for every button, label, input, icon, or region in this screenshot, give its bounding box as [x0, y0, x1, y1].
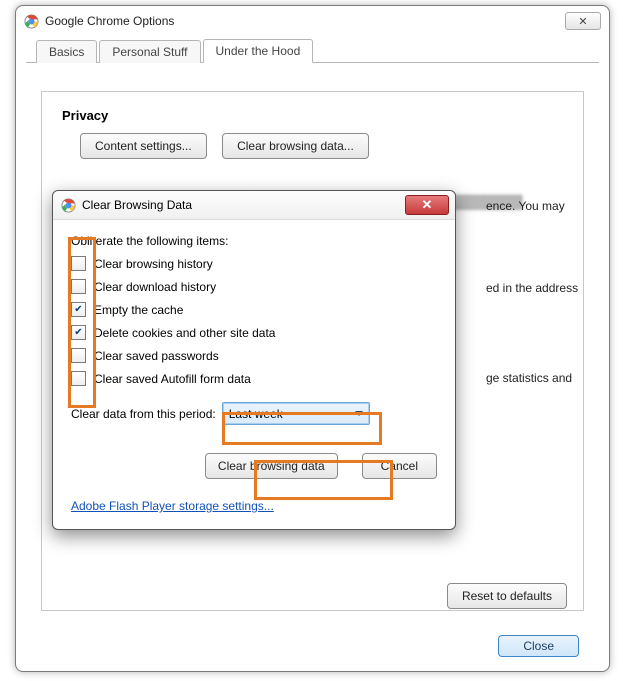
- bg-text-frag-1: ence. You may: [486, 199, 565, 213]
- tab-basics[interactable]: Basics: [36, 40, 97, 63]
- checkbox-empty-cache[interactable]: [71, 302, 86, 317]
- dialog-title: Clear Browsing Data: [82, 198, 192, 212]
- tab-personal-stuff[interactable]: Personal Stuff: [99, 40, 200, 63]
- checkbox-label: Clear browsing history: [94, 257, 213, 271]
- content-settings-button[interactable]: Content settings...: [80, 133, 207, 159]
- options-tabs: Basics Personal Stuff Under the Hood: [26, 36, 599, 63]
- checkbox-clear-download-history[interactable]: [71, 279, 86, 294]
- checkbox-label: Delete cookies and other site data: [94, 326, 275, 340]
- close-options-button[interactable]: Close: [498, 635, 579, 657]
- checkbox-label: Clear saved passwords: [94, 349, 219, 363]
- dialog-titlebar: Clear Browsing Data ✕: [53, 191, 455, 220]
- checkbox-clear-autofill[interactable]: [71, 371, 86, 386]
- checkbox-label: Empty the cache: [94, 303, 183, 317]
- dialog-close-button[interactable]: ✕: [405, 195, 449, 215]
- clear-browsing-data-confirm-button[interactable]: Clear browsing data: [205, 453, 338, 479]
- cancel-button[interactable]: Cancel: [362, 453, 437, 479]
- checkbox-label: Clear download history: [94, 280, 216, 294]
- period-select[interactable]: Last week: [222, 402, 370, 425]
- chrome-logo-icon: [24, 14, 39, 29]
- period-label: Clear data from this period:: [71, 407, 216, 421]
- obliterate-label: Obliterate the following items:: [71, 234, 437, 248]
- checkbox-label: Clear saved Autofill form data: [94, 372, 251, 386]
- reset-to-defaults-button[interactable]: Reset to defaults: [447, 583, 567, 609]
- privacy-section-title: Privacy: [62, 108, 563, 123]
- options-titlebar: Google Chrome Options ✕: [16, 6, 609, 36]
- dialog-body: Obliterate the following items: Clear br…: [53, 220, 455, 529]
- bg-text-frag-2: ed in the address: [486, 281, 578, 295]
- close-icon: ✕: [578, 15, 587, 28]
- flash-storage-link[interactable]: Adobe Flash Player storage settings...: [71, 499, 274, 513]
- chevron-down-icon: [355, 411, 363, 416]
- tab-under-the-hood[interactable]: Under the Hood: [203, 39, 314, 63]
- checkbox-delete-cookies[interactable]: [71, 325, 86, 340]
- checkbox-clear-saved-passwords[interactable]: [71, 348, 86, 363]
- period-value: Last week: [229, 407, 283, 421]
- options-title: Google Chrome Options: [45, 14, 174, 28]
- options-close-button[interactable]: ✕: [565, 12, 601, 30]
- checkbox-clear-browsing-history[interactable]: [71, 256, 86, 271]
- clear-browsing-data-button[interactable]: Clear browsing data...: [222, 133, 369, 159]
- close-icon: ✕: [422, 197, 433, 213]
- bg-text-frag-3: ge statistics and: [486, 371, 572, 385]
- chrome-logo-icon: [61, 198, 76, 213]
- clear-browsing-data-dialog: Clear Browsing Data ✕ Obliterate the fol…: [52, 190, 456, 530]
